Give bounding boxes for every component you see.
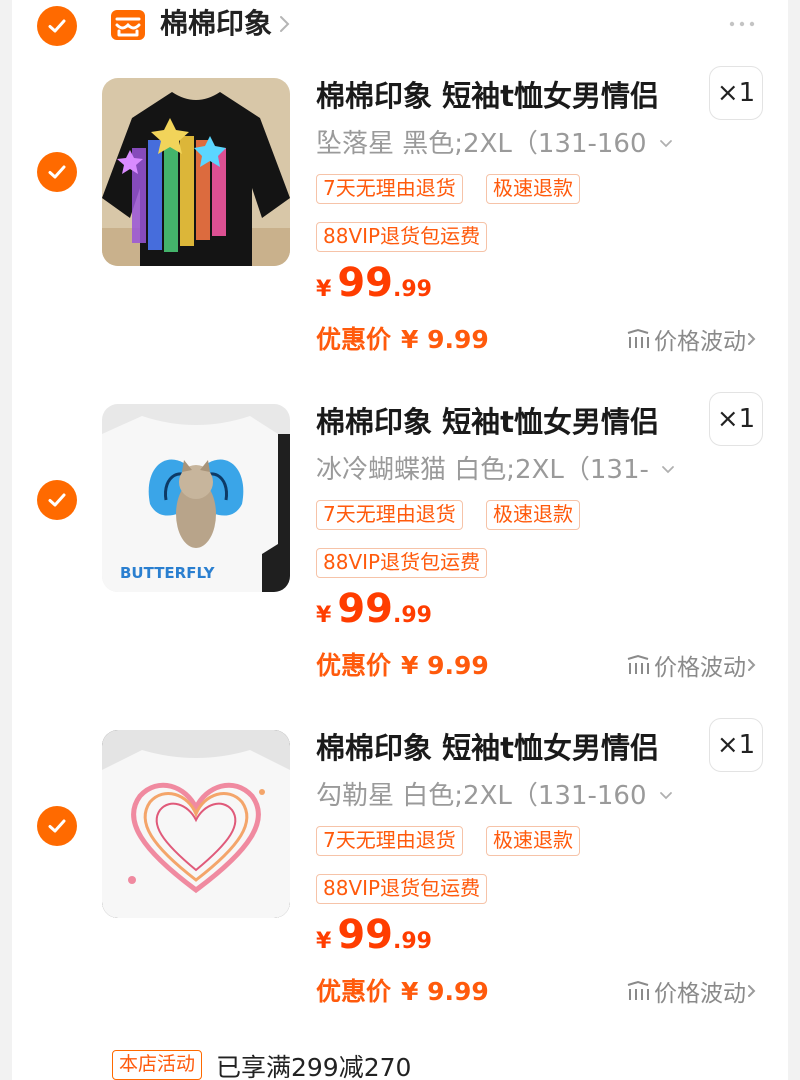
discount-value: ¥ 9.99 <box>401 325 489 354</box>
shop-name[interactable]: 棉棉印象 <box>160 6 272 42</box>
check-icon <box>48 493 66 507</box>
price-trend-label: 价格波动 <box>654 981 746 1007</box>
price-trend-link[interactable]: 价格波动 <box>626 974 762 1008</box>
store-promo-badge: 本店活动 <box>112 1050 203 1080</box>
currency-symbol: ¥ <box>316 277 332 302</box>
price-trend-label: 价格波动 <box>654 655 746 681</box>
currency-symbol: ¥ <box>316 603 332 628</box>
check-icon <box>48 819 66 833</box>
discount-label: 优惠价 <box>316 977 392 1006</box>
discount-price: 优惠价 ¥ 9.99 <box>316 972 489 1008</box>
price-decimal: .99 <box>392 277 432 302</box>
price-decimal: .99 <box>392 603 432 628</box>
price-trend-link[interactable]: 价格波动 <box>626 322 762 356</box>
service-tag: 88VIP退货包运费 <box>316 874 488 904</box>
chevron-down-icon <box>659 140 672 148</box>
product-title[interactable]: 棉棉印象 短袖t恤女男情侣 <box>316 730 659 766</box>
more-icon[interactable] <box>726 14 758 34</box>
price-integer: 99 <box>337 912 393 958</box>
item-select-checkbox[interactable] <box>37 480 77 520</box>
sku-selector[interactable]: 勾勒星 白色;2XL（131-160 <box>316 780 673 812</box>
product-title[interactable]: 棉棉印象 短袖t恤女男情侣 <box>316 404 659 440</box>
chevron-down-icon <box>659 792 672 800</box>
price-trend-icon <box>627 654 649 674</box>
price-trend-icon <box>627 980 649 1000</box>
shop-select-checkbox[interactable] <box>37 6 77 46</box>
item-select-checkbox[interactable] <box>37 806 77 846</box>
cart-item: 棉棉印象 短袖t恤女男情侣 ×1 坠落星 黑色;2XL（131-160 7天无理… <box>0 66 800 398</box>
check-icon <box>48 165 66 179</box>
product-image-text: BUTTERFLY <box>120 564 215 582</box>
cart-item: 棉棉印象 短袖t恤女男情侣 ×1 勾勒星 白色;2XL（131-160 7天无理… <box>0 718 800 1050</box>
chevron-down-icon <box>661 466 674 474</box>
chevron-right-icon <box>748 333 756 345</box>
item-select-checkbox[interactable] <box>37 152 77 192</box>
discount-price: 优惠价 ¥ 9.99 <box>316 320 489 356</box>
discount-value: ¥ 9.99 <box>401 977 489 1006</box>
sku-text: 坠落星 黑色;2XL（131-160 <box>316 129 647 159</box>
check-icon <box>48 19 66 33</box>
price: ¥99.99 <box>316 260 432 306</box>
currency-symbol: ¥ <box>316 929 332 954</box>
price-integer: 99 <box>337 260 393 306</box>
shop-icon <box>111 10 145 40</box>
service-tag: 7天无理由退货 <box>316 174 463 204</box>
discount-label: 优惠价 <box>316 651 392 680</box>
sku-selector[interactable]: 冰冷蝴蝶猫 白色;2XL（131- <box>316 454 675 486</box>
sku-text: 冰冷蝴蝶猫 白色;2XL（131- <box>316 455 649 485</box>
discount-value: ¥ 9.99 <box>401 651 489 680</box>
service-tag: 7天无理由退货 <box>316 826 463 856</box>
product-image[interactable]: BUTTERFLY <box>102 404 290 592</box>
price-trend-icon <box>627 328 649 348</box>
discount-label: 优惠价 <box>316 325 392 354</box>
store-promo-text[interactable]: 已享满299减270 <box>216 1048 411 1080</box>
cart-item: BUTTERFLY 棉棉印象 短袖t恤女男情侣 ×1 冰冷蝴蝶猫 白色;2XL（… <box>0 392 800 724</box>
sku-selector[interactable]: 坠落星 黑色;2XL（131-160 <box>316 128 673 160</box>
quantity-button[interactable]: ×1 <box>709 718 763 772</box>
price-trend-label: 价格波动 <box>654 329 746 355</box>
price-integer: 99 <box>337 586 393 632</box>
product-image[interactable] <box>102 730 290 918</box>
chevron-right-icon <box>748 659 756 671</box>
product-title[interactable]: 棉棉印象 短袖t恤女男情侣 <box>316 78 659 114</box>
service-tag: 7天无理由退货 <box>316 500 463 530</box>
service-tag: 极速退款 <box>486 174 580 204</box>
sku-text: 勾勒星 白色;2XL（131-160 <box>316 781 647 811</box>
quantity-button[interactable]: ×1 <box>709 66 763 120</box>
price-trend-link[interactable]: 价格波动 <box>626 648 762 682</box>
price: ¥99.99 <box>316 586 432 632</box>
price-decimal: .99 <box>392 929 432 954</box>
chevron-right-icon[interactable] <box>278 10 292 38</box>
discount-price: 优惠价 ¥ 9.99 <box>316 646 489 682</box>
service-tag: 88VIP退货包运费 <box>316 222 488 252</box>
quantity-button[interactable]: ×1 <box>709 392 763 446</box>
price: ¥99.99 <box>316 912 432 958</box>
service-tag: 88VIP退货包运费 <box>316 548 488 578</box>
product-image[interactable] <box>102 78 290 266</box>
service-tag: 极速退款 <box>486 500 580 530</box>
chevron-right-icon <box>748 985 756 997</box>
service-tag: 极速退款 <box>486 826 580 856</box>
